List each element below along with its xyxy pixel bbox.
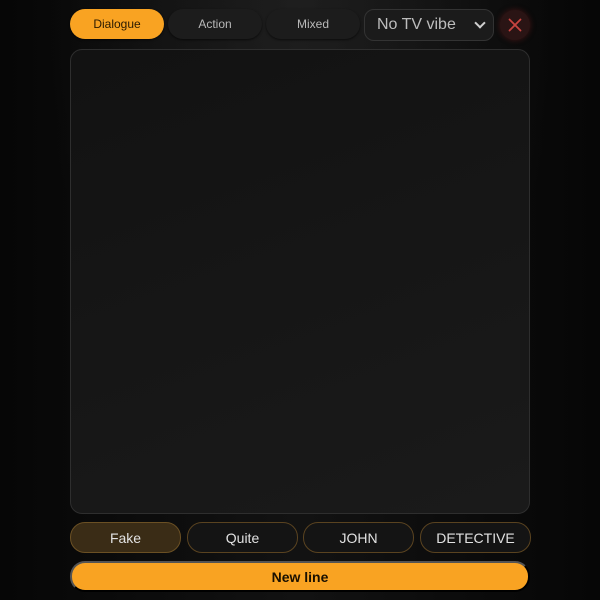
- new-line-button[interactable]: New line: [70, 561, 530, 592]
- chip-quite[interactable]: Quite: [187, 522, 298, 553]
- close-button[interactable]: [500, 10, 530, 40]
- chip-detective[interactable]: DETECTIVE: [420, 522, 531, 553]
- toolbar: Dialogue Action Mixed No TV vibe: [70, 9, 530, 41]
- vibe-select[interactable]: No TV vibe: [364, 9, 494, 41]
- app-root: Dialogue Action Mixed No TV vibe Fake Qu…: [0, 0, 600, 600]
- chip-fake[interactable]: Fake: [70, 522, 181, 553]
- vibe-select-value: No TV vibe: [377, 16, 456, 33]
- close-x-icon: [508, 18, 522, 32]
- suggestion-chips: Fake Quite JOHN DETECTIVE: [70, 522, 531, 553]
- script-textarea[interactable]: [71, 50, 529, 513]
- tab-action[interactable]: Action: [168, 9, 262, 39]
- tab-mixed[interactable]: Mixed: [266, 9, 360, 39]
- chip-john[interactable]: JOHN: [303, 522, 414, 553]
- tab-dialogue[interactable]: Dialogue: [70, 9, 164, 39]
- script-editor[interactable]: [70, 49, 530, 514]
- chevron-down-icon: [474, 17, 486, 29]
